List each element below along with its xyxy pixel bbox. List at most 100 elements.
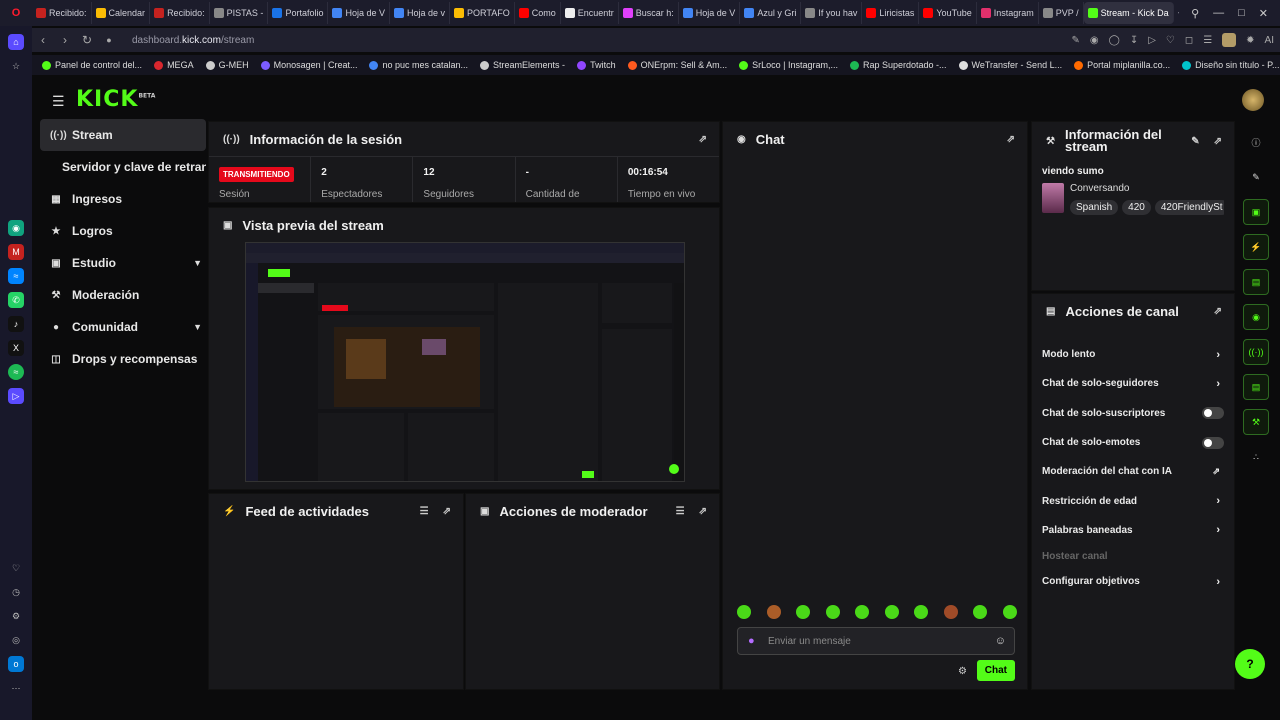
browser-tab[interactable]: Hoja de v — [390, 2, 451, 24]
bookmark-item[interactable]: ONErpm: Sell & Am... — [627, 60, 727, 70]
nav-moderation[interactable]: ⚒ Moderación — [40, 279, 206, 311]
camera-icon[interactable]: ◉ — [1090, 35, 1099, 46]
close-icon[interactable]: ✕ — [1259, 7, 1268, 20]
reload-icon[interactable]: ↻ — [76, 33, 98, 47]
action-ai-moderation[interactable]: Moderación del chat con IA ⇗ — [1032, 457, 1234, 486]
star-icon[interactable]: ☆ — [8, 58, 24, 74]
browser-tab[interactable]: Instagram — [977, 2, 1039, 24]
edit-icon[interactable]: ✎ — [1191, 136, 1199, 147]
popout-icon[interactable]: ⇗ — [1007, 134, 1015, 145]
nav-income[interactable]: ▦ Ingresos — [40, 183, 206, 215]
browser-tab[interactable]: PISTAS - — [210, 2, 269, 24]
browser-tab[interactable]: Liricistas — [862, 2, 920, 24]
action-emotes-only[interactable]: Chat de solo-emotes — [1032, 428, 1234, 457]
info-icon[interactable]: ⓘ — [1243, 129, 1269, 155]
bookmark-item[interactable]: Portal miplanilla.co... — [1074, 60, 1170, 70]
action-followers-only[interactable]: Chat de solo-seguidores › — [1032, 369, 1234, 398]
nav-server-key[interactable]: Servidor y clave de retransmisión — [40, 151, 206, 183]
browser-tab[interactable]: PVP / — [1039, 2, 1084, 24]
shield-icon[interactable]: ◯ — [1109, 35, 1120, 46]
bookmark-item[interactable]: MEGA — [154, 60, 194, 70]
emote-icon[interactable] — [1002, 605, 1017, 619]
settings-icon[interactable]: ⚙ — [8, 608, 24, 624]
subscribers-only-toggle[interactable] — [1202, 407, 1224, 420]
emoji-icon[interactable]: ☺ — [995, 635, 1006, 647]
settings-icon[interactable]: ⚙ — [958, 666, 967, 677]
user-avatar[interactable] — [1242, 89, 1264, 111]
browser-tab[interactable]: YouTube — [919, 2, 977, 24]
clip-icon[interactable]: ▣ — [1243, 199, 1269, 225]
home-icon[interactable]: ⌂ — [8, 34, 24, 50]
popout-icon[interactable]: ⇗ — [1214, 306, 1222, 317]
play-icon[interactable]: ▷ — [1148, 35, 1156, 46]
action-slow-mode[interactable]: Modo lento › — [1032, 340, 1234, 369]
bookmark-item[interactable]: WeTransfer - Send L... — [958, 60, 1062, 70]
popout-icon[interactable]: ⇗ — [1214, 136, 1222, 147]
browser-tab[interactable]: Buscar h: — [619, 2, 679, 24]
browser-tab[interactable]: Como — [515, 2, 561, 24]
popout-icon[interactable]: ⇗ — [699, 506, 707, 517]
chat-bubble-icon[interactable]: ◉ — [1243, 304, 1269, 330]
nav-community[interactable]: ● Comunidad ▼ — [40, 311, 206, 343]
ai-button[interactable]: AI — [1265, 35, 1274, 46]
bookmark-item[interactable]: Rap Superdotado -... — [849, 60, 947, 70]
browser-tab[interactable]: Calendar — [92, 2, 151, 24]
clipboard-icon[interactable]: ▤ — [1243, 269, 1269, 295]
chat-send-button[interactable]: Chat — [976, 660, 1015, 681]
player-icon[interactable]: ▷ — [8, 388, 24, 404]
nav-studio[interactable]: ▣ Estudio ▼ — [40, 247, 206, 279]
chatgpt-icon[interactable]: ◉ — [8, 220, 24, 236]
channel-icon[interactable]: ▤ — [1243, 374, 1269, 400]
opera-logo-icon[interactable]: O — [8, 5, 24, 21]
bookmark-item[interactable]: Monosagen | Creat... — [260, 60, 357, 70]
browser-tab[interactable]: Portafolio — [268, 2, 329, 24]
bookmark-item[interactable]: Twitch — [577, 60, 616, 70]
emote-icon[interactable] — [766, 605, 781, 619]
bookmark-item[interactable]: Diseño sin título - P... — [1182, 60, 1280, 70]
profile-icon[interactable] — [1222, 33, 1237, 47]
chat-message-input[interactable]: ● Enviar un mensaje ☺ — [737, 627, 1015, 655]
nav-achievements[interactable]: ★ Logros — [40, 215, 206, 247]
wallet-icon[interactable]: ◻ — [1185, 35, 1193, 46]
emotes-only-toggle[interactable] — [1202, 436, 1224, 449]
bookmark-item[interactable]: SrLoco | Instagram,... — [739, 60, 838, 70]
heart-icon[interactable]: ♡ — [8, 560, 24, 576]
action-age-restriction[interactable]: Restricción de edad › — [1032, 486, 1234, 515]
extensions-icon[interactable]: ✹ — [1246, 35, 1254, 46]
menu-icon[interactable]: ☰ — [52, 93, 65, 110]
history-icon[interactable]: ◷ — [8, 584, 24, 600]
browser-tab[interactable]: Hoja de V — [328, 2, 390, 24]
browser-tab[interactable]: Recibido: — [32, 2, 92, 24]
url-field[interactable]: dashboard.kick.com/stream — [132, 35, 254, 46]
maximize-icon[interactable]: □ — [1238, 7, 1245, 19]
more-icon[interactable]: ⋯ — [8, 680, 24, 696]
browser-tab[interactable]: Azul y Gri — [740, 2, 802, 24]
action-subscribers-only[interactable]: Chat de solo-suscriptores — [1032, 399, 1234, 428]
popout-icon[interactable]: ⇗ — [699, 134, 707, 145]
filter-icon[interactable]: ☰ — [420, 506, 429, 517]
popout-icon[interactable]: ⇗ — [443, 506, 451, 517]
bolt-icon[interactable]: ⚡ — [1243, 234, 1269, 260]
action-banned-words[interactable]: Palabras baneadas › — [1032, 516, 1234, 545]
download-icon[interactable]: ↧ — [1130, 35, 1138, 46]
filter-icon[interactable]: ☰ — [676, 506, 685, 517]
browser-tab[interactable]: PORTAFO — [450, 2, 515, 24]
whatsapp-icon[interactable]: ✆ — [8, 292, 24, 308]
emote-icon[interactable] — [737, 605, 751, 619]
bookmark-item[interactable]: StreamElements - — [480, 60, 565, 70]
bookmark-item[interactable]: Panel de control del... — [42, 60, 142, 70]
edit-icon[interactable]: ✎ — [1071, 35, 1079, 46]
kick-logo[interactable]: KICKBETA — [76, 87, 155, 112]
nav-drops[interactable]: ◫ Drops y recompensas — [40, 343, 206, 375]
emote-icon[interactable] — [914, 605, 929, 619]
menu-icon[interactable]: ☰ — [1203, 35, 1212, 46]
nav-stream[interactable]: ((·)) Stream — [40, 119, 206, 151]
browser-tab[interactable]: Stream - Kick Da — [1083, 2, 1174, 24]
action-set-goals[interactable]: Configurar objetivos › — [1032, 567, 1234, 596]
microphone-icon[interactable]: ● — [748, 635, 755, 647]
emote-icon[interactable] — [855, 605, 870, 619]
tiktok-icon[interactable]: ♪ — [8, 316, 24, 332]
search-icon[interactable]: ⚲ — [1191, 7, 1199, 20]
spotify-icon[interactable]: ≈ — [8, 364, 24, 380]
outlook-icon[interactable]: o — [8, 656, 24, 672]
